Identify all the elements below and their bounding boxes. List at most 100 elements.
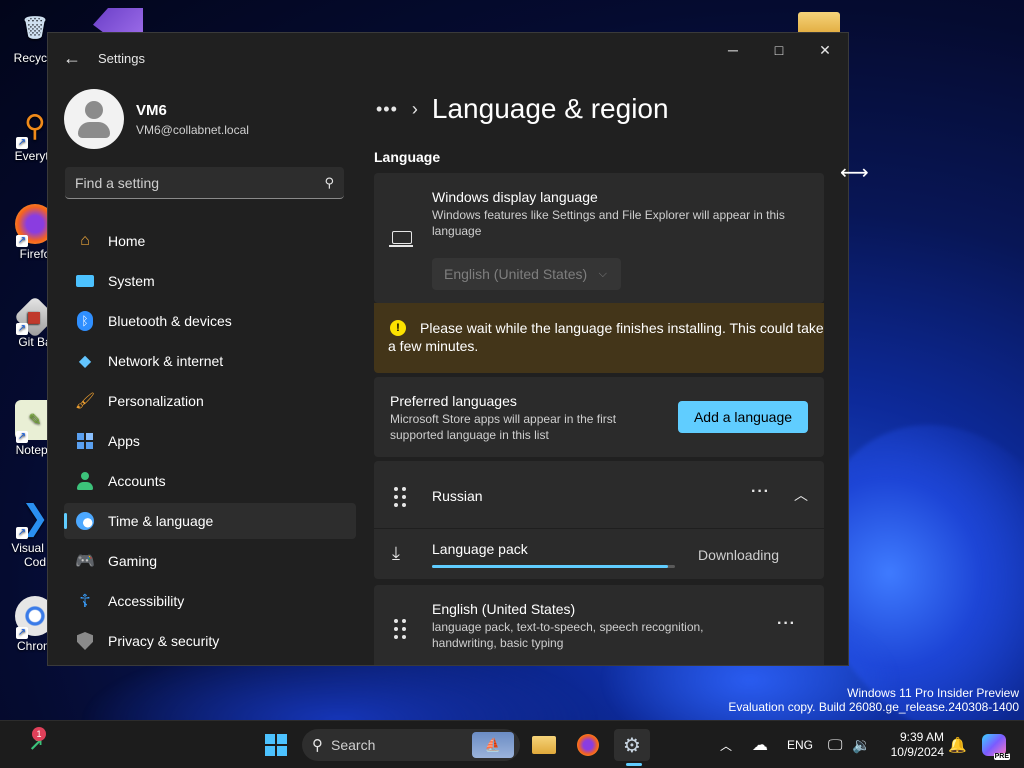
sidebar-item-label: Network & internet bbox=[108, 353, 224, 369]
title-bar[interactable]: ← Settings ─ □ ✕ bbox=[48, 33, 848, 83]
copilot-icon: PRE bbox=[982, 734, 1010, 760]
network-status-icon[interactable]: 🖵 bbox=[828, 721, 842, 768]
language-row-russian[interactable]: Russian ··· ︿ bbox=[374, 461, 824, 529]
copilot-button[interactable]: PRE bbox=[982, 721, 1010, 768]
widgets-button[interactable]: ↗ 1 bbox=[18, 727, 54, 761]
notification-bell-icon[interactable]: 🔔 bbox=[948, 721, 967, 768]
start-button[interactable] bbox=[258, 729, 294, 761]
close-button[interactable]: ✕ bbox=[802, 33, 848, 67]
show-hidden-icons-button[interactable]: ︿ bbox=[720, 721, 732, 768]
search-icon[interactable]: ⚲ bbox=[324, 175, 334, 191]
profile-email: VM6@collabnet.local bbox=[136, 122, 249, 137]
globe-clock-icon bbox=[74, 510, 96, 532]
input-language-indicator[interactable]: ENG bbox=[787, 721, 813, 768]
sidebar-item-apps[interactable]: Apps bbox=[64, 423, 356, 459]
main-content: ••• › Language & region Language Windows… bbox=[360, 83, 848, 665]
shortcut-arrow-icon: ↗ bbox=[16, 627, 28, 639]
sidebar-item-label: Apps bbox=[108, 433, 140, 449]
breadcrumb-more-button[interactable]: ••• bbox=[376, 99, 398, 120]
sidebar-item-label: Home bbox=[108, 233, 146, 249]
breadcrumb: ••• › Language & region bbox=[376, 83, 824, 135]
sidebar-item-home[interactable]: ⌂ Home bbox=[64, 223, 356, 259]
clock[interactable]: 9:39 AM 10/9/2024 bbox=[891, 730, 944, 760]
caption-buttons: ─ □ ✕ bbox=[710, 33, 848, 67]
file-explorer-button[interactable] bbox=[526, 729, 562, 761]
clock-time: 9:39 AM bbox=[899, 730, 944, 744]
user-profile[interactable]: VM6 VM6@collabnet.local bbox=[48, 83, 360, 167]
apps-icon bbox=[74, 430, 96, 452]
taskbar-search-label: Search bbox=[331, 737, 376, 753]
search-input[interactable] bbox=[75, 174, 325, 191]
language-name: English (United States) bbox=[432, 601, 576, 617]
find-setting-box[interactable]: ⚲ bbox=[65, 167, 344, 199]
sidebar: VM6 VM6@collabnet.local ⚲ ⌂ Home System … bbox=[48, 83, 360, 665]
accessibility-icon: ☦ bbox=[79, 590, 91, 611]
shield-icon bbox=[74, 630, 96, 652]
preview-badge: PRE bbox=[993, 753, 1010, 760]
sidebar-item-label: System bbox=[108, 273, 155, 289]
chevron-up-icon[interactable]: ︿ bbox=[794, 485, 808, 505]
more-options-button[interactable]: ··· bbox=[777, 615, 796, 633]
dropdown-value: English (United States) bbox=[444, 266, 588, 282]
shortcut-arrow-icon: ↗ bbox=[16, 527, 28, 539]
preferred-languages-card: Preferred languages Microsoft Store apps… bbox=[374, 377, 824, 457]
onedrive-icon[interactable]: ☁ bbox=[752, 721, 768, 768]
windows-logo-icon bbox=[265, 734, 287, 756]
display-language-dropdown[interactable]: English (United States) ⌵ bbox=[432, 258, 621, 290]
gear-icon: ⚙ bbox=[623, 734, 641, 757]
taskbar-search[interactable]: ⚲ Search ⛵ bbox=[302, 729, 520, 761]
add-language-button[interactable]: Add a language bbox=[678, 401, 808, 433]
home-icon: ⌂ bbox=[80, 232, 90, 249]
chevron-down-icon: ⌵ bbox=[598, 267, 607, 280]
drag-handle-icon[interactable] bbox=[394, 619, 406, 639]
avatar-head bbox=[85, 101, 103, 119]
brush-icon: 🖌 bbox=[74, 393, 96, 410]
sidebar-item-gaming[interactable]: 🎮 Gaming bbox=[64, 543, 356, 579]
preferred-languages-description: Microsoft Store apps will appear in the … bbox=[390, 412, 617, 442]
download-status: Downloading bbox=[698, 547, 779, 563]
language-card-english[interactable]: English (United States) language pack, t… bbox=[374, 585, 824, 665]
clock-date: 10/9/2024 bbox=[890, 745, 944, 759]
install-warning-banner: ! Please wait while the language finishe… bbox=[374, 303, 824, 373]
monitor-icon bbox=[389, 231, 413, 247]
sidebar-item-network[interactable]: ◆ Network & internet bbox=[64, 343, 356, 379]
avatar bbox=[64, 89, 124, 149]
bluetooth-icon: ᛒ bbox=[74, 310, 96, 332]
preferred-languages-title: Preferred languages bbox=[390, 393, 517, 409]
display-language-card: Windows display language Windows feature… bbox=[374, 173, 824, 303]
sidebar-item-accessibility[interactable]: ☦ Accessibility bbox=[64, 583, 356, 619]
system-icon bbox=[74, 270, 96, 292]
sidebar-item-label: Accessibility bbox=[108, 593, 185, 609]
accounts-icon bbox=[74, 470, 96, 492]
settings-window: ← Settings ─ □ ✕ VM6 VM6@collabnet.local… bbox=[47, 32, 849, 666]
shortcut-arrow-icon: ↗ bbox=[16, 431, 28, 443]
sidebar-item-system[interactable]: System bbox=[64, 263, 356, 299]
volume-icon[interactable]: 🔉 bbox=[852, 721, 871, 768]
page-title: Language & region bbox=[431, 93, 669, 124]
chevron-up-icon: ︿ bbox=[720, 738, 733, 753]
progress-fill bbox=[432, 565, 668, 568]
warning-text: Please wait while the language finishes … bbox=[388, 320, 824, 354]
sidebar-item-label: Privacy & security bbox=[108, 633, 220, 649]
more-options-button[interactable]: ··· bbox=[751, 483, 770, 501]
sidebar-item-personalization[interactable]: 🖌 Personalization bbox=[64, 383, 356, 419]
sidebar-item-label: Personalization bbox=[108, 393, 204, 409]
settings-taskbar-button[interactable]: ⚙ bbox=[614, 729, 650, 766]
sidebar-item-label: Accounts bbox=[108, 473, 166, 489]
folder-icon bbox=[532, 736, 556, 754]
sidebar-item-accounts[interactable]: Accounts bbox=[64, 463, 356, 499]
firefox-button[interactable] bbox=[570, 729, 606, 761]
maximize-button[interactable]: □ bbox=[756, 33, 802, 67]
watermark-line-2: Evaluation copy. Build 26080.ge_release.… bbox=[728, 700, 1019, 714]
taskbar: ↗ 1 ⚲ Search ⛵ ⚙ ︿ ☁ ENG 🖵 🔉 9:39 AM 10/… bbox=[0, 720, 1024, 768]
sidebar-item-bluetooth[interactable]: ᛒ Bluetooth & devices bbox=[64, 303, 356, 339]
sidebar-item-label: Gaming bbox=[108, 553, 158, 569]
language-card-russian: Russian ··· ︿ ⤓ Language pack Downloadin… bbox=[374, 461, 824, 579]
sidebar-item-time-language[interactable]: Time & language bbox=[64, 503, 356, 539]
evaluation-watermark: Windows 11 Pro Insider Preview Evaluatio… bbox=[728, 686, 1019, 714]
drag-handle-icon[interactable] bbox=[394, 487, 406, 507]
sidebar-item-privacy[interactable]: Privacy & security bbox=[64, 623, 356, 659]
search-highlight-icon: ⛵ bbox=[472, 732, 514, 758]
back-arrow-icon[interactable]: ← bbox=[48, 33, 96, 83]
minimize-button[interactable]: ─ bbox=[710, 33, 756, 67]
